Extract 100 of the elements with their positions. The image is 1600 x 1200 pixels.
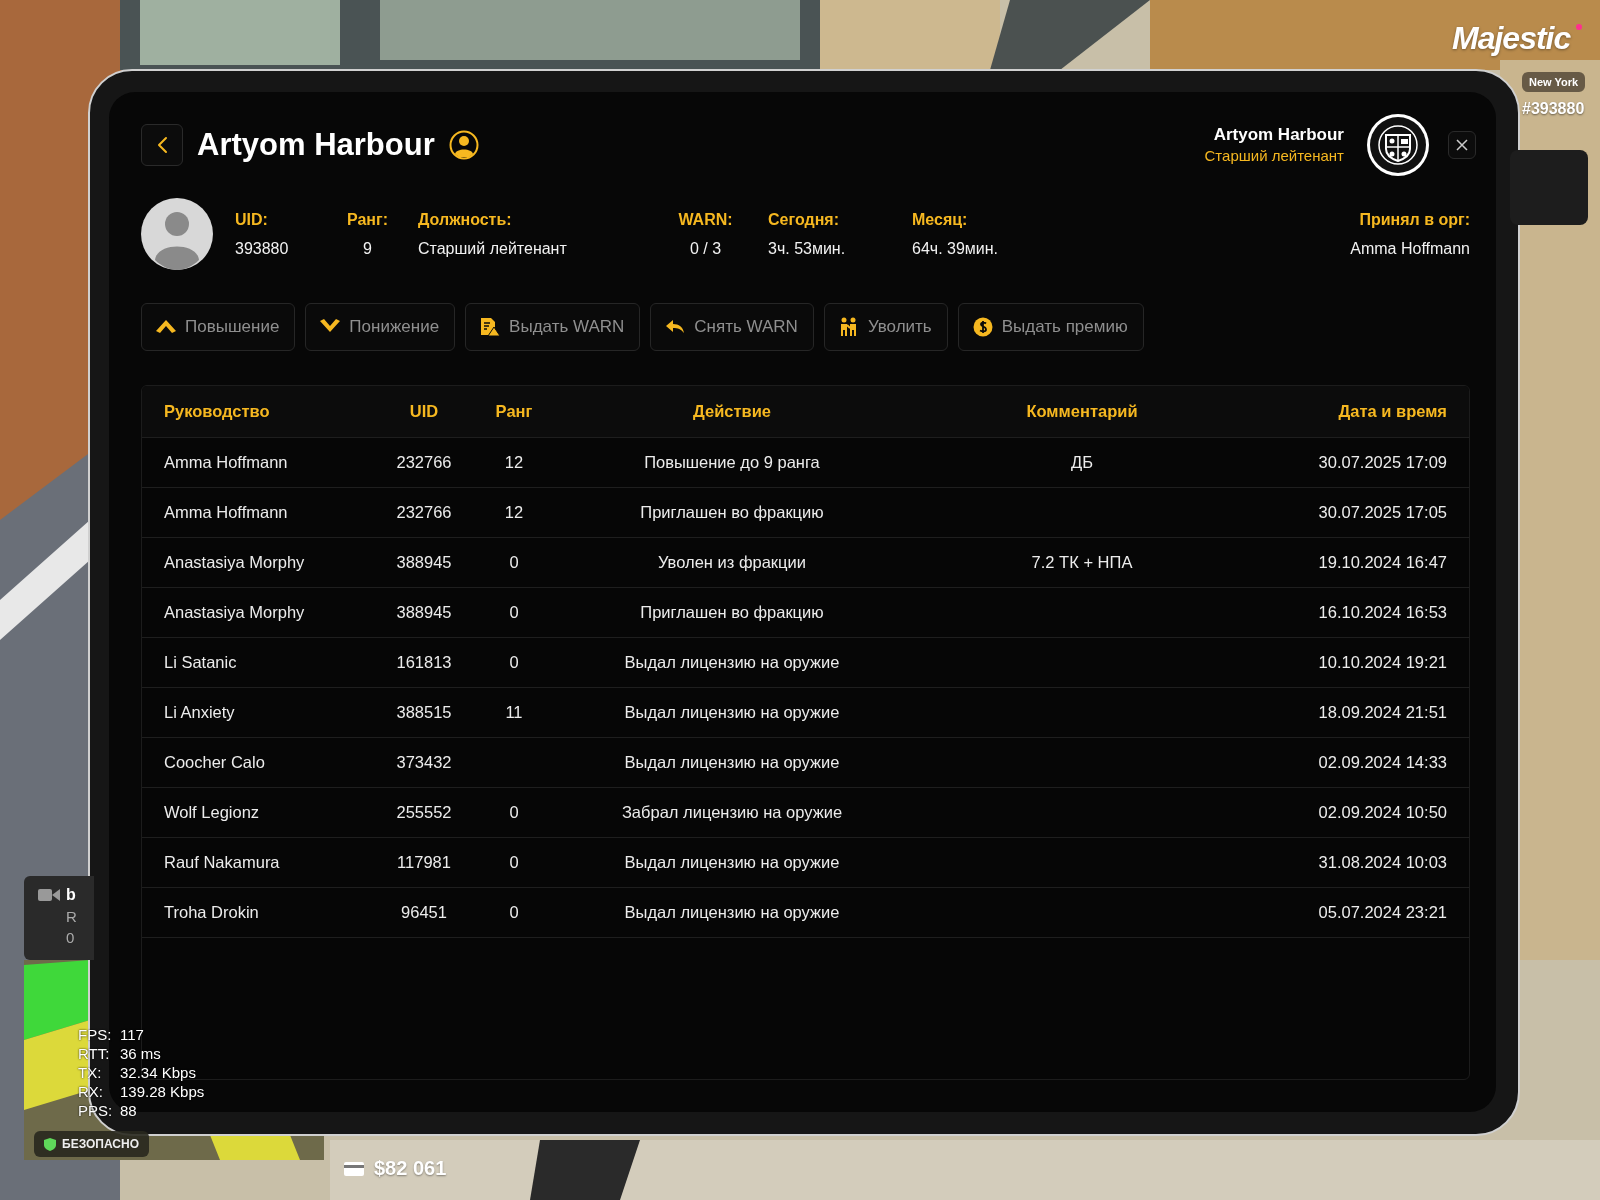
table-cell-text: 05.07.2024 23:21: [1317, 903, 1447, 922]
notification-text: R: [66, 908, 77, 925]
chevron-left-icon: [156, 136, 168, 154]
stat-value: Старший лейтенант: [418, 239, 568, 258]
game-logo: Majestic: [1452, 20, 1571, 57]
table-cell-text: 19.10.2024 16:47: [1317, 553, 1447, 572]
table-cell-text: Rauf Nakamura: [164, 853, 281, 872]
stat-label: Месяц:: [912, 210, 969, 229]
table-cell-text: Выдал лицензию на оружие: [623, 903, 841, 922]
table-cell-text: Coocher Calo: [164, 753, 266, 772]
seal-emblem-icon: [1366, 113, 1430, 177]
action-button[interactable]: Понижение: [305, 303, 456, 351]
action-button[interactable]: Выдать премию: [957, 303, 1144, 351]
table-cell-text: 255552: [395, 803, 453, 822]
table-cell-text: 10.10.2024 19:21: [1317, 653, 1447, 672]
stat-label: UID:: [235, 210, 269, 229]
close-button[interactable]: [1448, 131, 1476, 159]
notification-title: b: [66, 886, 77, 904]
table-cell-text: Anastasiya Morphy: [164, 603, 306, 622]
table-cell-text: 0: [508, 853, 520, 872]
stat-value: 32.34 Kbps: [120, 1064, 197, 1081]
viewer-rank: Старший лейтенант: [1204, 146, 1344, 164]
table-cell-text: 02.09.2024 14:33: [1317, 753, 1447, 772]
back-button[interactable]: [141, 124, 183, 166]
stat-value: 64ч. 39мин.: [912, 239, 1000, 258]
table-cell-text: 30.07.2025 17:09: [1317, 453, 1447, 472]
stat-value: 9: [363, 239, 372, 258]
table-cell-text: Повышение до 9 ранга: [643, 453, 821, 472]
table-cell-text: 0: [508, 803, 520, 822]
column-header: Действие: [692, 402, 772, 421]
table-cell-text: ДБ: [1070, 453, 1094, 472]
table-cell-text: 02.09.2024 10:50: [1317, 803, 1447, 822]
action-button[interactable]: Уволить: [823, 303, 948, 351]
notification-text: 0: [66, 929, 76, 946]
avatar-icon: [141, 198, 213, 270]
camera-icon: [38, 886, 60, 904]
viewer-name: Artyom Harbour: [1213, 124, 1344, 145]
stat-value: 88: [120, 1102, 138, 1119]
table-cell-text: 12: [503, 503, 525, 522]
column-header: Ранг: [494, 402, 534, 421]
table-cell-text: Забрал лицензию на оружие: [620, 803, 844, 822]
close-icon: [1456, 139, 1468, 151]
document-warning-icon: [480, 317, 501, 337]
stat-value: 0 / 3: [689, 239, 722, 258]
table-cell-text: 0: [508, 903, 520, 922]
action-button[interactable]: Повышение: [141, 303, 296, 351]
table-cell-text: Выдал лицензию на оружие: [623, 753, 841, 772]
table-cell-text: Выдал лицензию на оружие: [623, 853, 841, 872]
table-cell-text: 388945: [395, 603, 453, 622]
table-cell-text: Amma Hoffmann: [164, 453, 289, 472]
stat-label: Должность:: [418, 210, 513, 229]
stat-label: Принял в орг:: [1359, 210, 1470, 229]
table-cell-text: 18.09.2024 21:51: [1317, 703, 1447, 722]
table-cell-text: Приглашен во фракцию: [639, 503, 825, 522]
cash-amount: $82 061: [374, 1157, 447, 1180]
table-cell-text: 16.10.2024 16:53: [1317, 603, 1447, 622]
table-cell-text: Anastasiya Morphy: [164, 553, 306, 572]
action-button[interactable]: Снять WARN: [650, 303, 814, 351]
table-cell-text: 388945: [395, 553, 453, 572]
stat-value: 393880: [235, 239, 290, 258]
table-cell-text: 30.07.2025 17:05: [1317, 503, 1447, 522]
table-cell-text: 388515: [395, 703, 453, 722]
stat-label: Ранг:: [347, 210, 388, 229]
table-cell-text: 232766: [395, 453, 453, 472]
stat-value: 139.28 Kbps: [120, 1083, 205, 1100]
stat-label: WARN:: [678, 210, 733, 229]
table-cell-text: Уволен из фракции: [657, 553, 807, 572]
table-cell-text: Troha Drokin: [164, 903, 260, 922]
table-cell-text: 161813: [395, 653, 453, 672]
table-cell-text: Li Satanic: [164, 653, 238, 672]
action-button[interactable]: Выдать WARN: [465, 303, 641, 351]
table-cell-text: 0: [508, 603, 520, 622]
figures-icon: [838, 317, 859, 337]
person-icon: [448, 130, 479, 160]
profile-name: Artyom Harbour: [197, 127, 435, 163]
table-cell-text: 117981: [396, 853, 452, 872]
table-cell-text: 11: [504, 703, 524, 722]
stat-label: Сегодня:: [768, 210, 840, 229]
table-cell-text: 12: [503, 453, 525, 472]
column-header: UID: [408, 402, 440, 421]
column-header: Дата и время: [1337, 402, 1447, 421]
column-header: Руководство: [164, 402, 271, 421]
table-cell-text: 31.08.2024 10:03: [1317, 853, 1447, 872]
table-cell-text: Приглашен во фракцию: [639, 603, 825, 622]
server-badge: New York: [1522, 72, 1586, 92]
logo-dot: [1576, 24, 1582, 30]
stat-label: TX:: [78, 1064, 103, 1081]
stat-value: 3ч. 53мин.: [768, 239, 847, 258]
dollar-coin-icon: [972, 317, 993, 337]
table-cell-text: 96451: [400, 903, 448, 922]
stat-value: 117: [120, 1026, 145, 1043]
stat-value: 36 ms: [120, 1045, 162, 1062]
table-cell-text: Выдал лицензию на оружие: [623, 703, 841, 722]
table-cell-text: Выдал лицензию на оружие: [623, 653, 841, 672]
player-id: #393880: [1522, 100, 1585, 118]
column-header: Комментарий: [1025, 402, 1139, 421]
table-cell-text: Wolf Legionz: [164, 803, 261, 822]
table-cell-text: 0: [508, 553, 520, 572]
table-cell-text: Amma Hoffmann: [164, 503, 289, 522]
table-cell-text: 373432: [395, 753, 453, 772]
